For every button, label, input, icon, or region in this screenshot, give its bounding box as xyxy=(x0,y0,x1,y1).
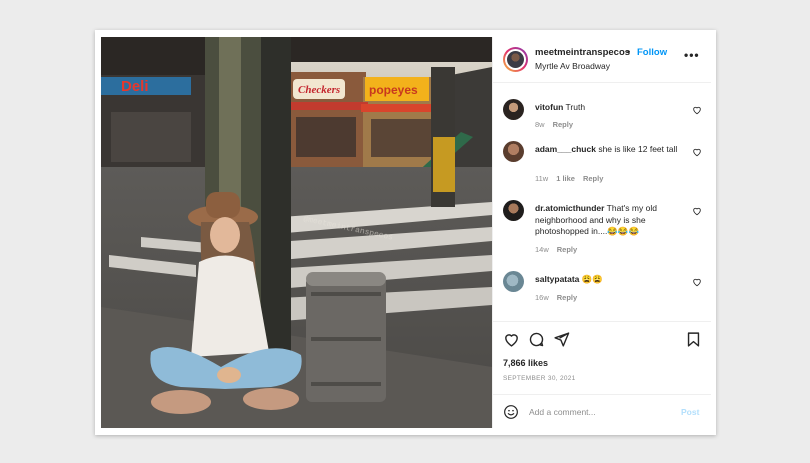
post-photo[interactable]: Deli Checkers popeyes @meetmeintranspeco… xyxy=(101,37,492,428)
comment-time: 14w xyxy=(535,245,549,254)
smiley-icon[interactable] xyxy=(503,404,519,420)
small-heart-icon[interactable] xyxy=(692,206,702,216)
comment-like-count[interactable]: 1 like xyxy=(556,174,575,183)
small-heart-icon[interactable] xyxy=(692,105,702,115)
comment-time: 8w xyxy=(535,120,545,129)
small-heart-icon[interactable] xyxy=(692,277,702,287)
street-scene-image: Deli Checkers popeyes @meetmeintranspeco… xyxy=(101,37,492,428)
reply-button[interactable]: Reply xyxy=(583,174,603,183)
more-options-icon[interactable]: ••• xyxy=(684,48,700,62)
comment-text: Truth xyxy=(565,102,586,112)
comment-avatar[interactable] xyxy=(503,99,524,120)
comment-avatar[interactable] xyxy=(503,141,524,162)
post-actions: 7,866 likes SEPTEMBER 30, 2021 xyxy=(493,321,711,387)
comment-time: 16w xyxy=(535,293,549,302)
post-date: SEPTEMBER 30, 2021 xyxy=(503,375,576,382)
small-heart-icon[interactable] xyxy=(692,147,702,157)
sign-checkers: Checkers xyxy=(298,84,340,96)
follow-button[interactable]: Follow xyxy=(637,47,667,58)
reply-button[interactable]: Reply xyxy=(553,120,573,129)
comment-username[interactable]: dr.atomicthunder xyxy=(535,203,604,213)
comment-text: 😩😩 xyxy=(581,274,603,284)
comment-list: vitofun Truth 8w Reply adam___chuck she i… xyxy=(493,83,711,321)
comment-bubble-icon[interactable] xyxy=(528,331,545,348)
paper-plane-icon[interactable] xyxy=(553,331,570,348)
add-comment-bar: Post xyxy=(493,394,711,428)
comment-username[interactable]: adam___chuck xyxy=(535,144,596,154)
comment-text: she is like 12 feet tall xyxy=(598,144,678,154)
reply-button[interactable]: Reply xyxy=(557,293,577,302)
comment-time: 11w xyxy=(535,174,549,183)
comment-avatar[interactable] xyxy=(503,200,524,221)
comment-input[interactable] xyxy=(529,403,669,421)
post-comment-button[interactable]: Post xyxy=(681,407,699,417)
bookmark-icon[interactable] xyxy=(685,331,702,348)
post-username[interactable]: meetmeintranspecos xyxy=(535,47,630,58)
separator-dot: • xyxy=(627,47,631,58)
comment-avatar[interactable] xyxy=(503,271,524,292)
post-side-panel: meetmeintranspecos • Follow Myrtle Av Br… xyxy=(492,37,711,428)
reply-button[interactable]: Reply xyxy=(557,245,577,254)
post-location[interactable]: Myrtle Av Broadway xyxy=(535,61,610,71)
heart-icon[interactable] xyxy=(503,331,520,348)
likes-count[interactable]: 7,866 likes xyxy=(503,358,548,368)
comment-username[interactable]: vitofun xyxy=(535,102,563,112)
post-header: meetmeintranspecos • Follow Myrtle Av Br… xyxy=(493,37,711,83)
avatar[interactable] xyxy=(503,47,528,72)
comment-username[interactable]: saltypatata xyxy=(535,274,579,284)
sign-deli: Deli xyxy=(121,78,149,95)
sign-popeyes: popeyes xyxy=(369,83,418,97)
instagram-post-card: Deli Checkers popeyes @meetmeintranspeco… xyxy=(95,30,716,435)
